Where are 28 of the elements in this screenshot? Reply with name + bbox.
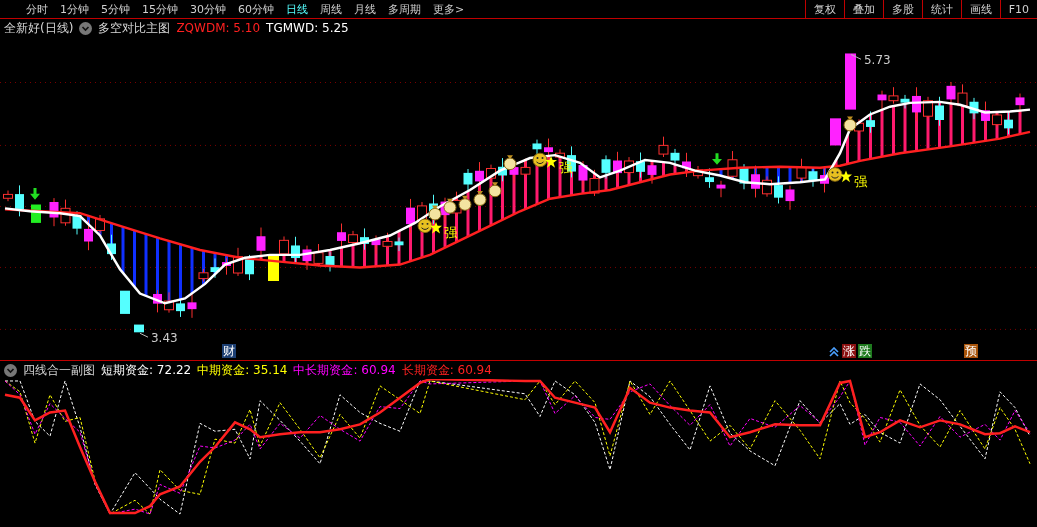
period-tab[interactable]: 60分钟	[238, 1, 274, 17]
period-tab[interactable]: 月线	[354, 1, 376, 17]
indicator-name: 四线合一副图	[23, 361, 95, 379]
indicator-value: 中长期资金: 60.94	[293, 361, 396, 379]
period-tab[interactable]: 日线	[286, 1, 308, 17]
period-tab[interactable]: 30分钟	[190, 1, 226, 17]
period-tab[interactable]: 更多>	[433, 1, 465, 17]
signal-label: 强	[559, 159, 573, 175]
event-marker[interactable]: 财	[222, 344, 236, 358]
period-tab[interactable]: 分时	[26, 1, 48, 17]
indicator-name: 多空对比主图	[98, 19, 171, 37]
period-tab[interactable]: 5分钟	[101, 1, 130, 17]
indicator-value: 短期资金: 72.22	[101, 361, 192, 379]
period-tab[interactable]: 1分钟	[60, 1, 89, 17]
event-marker[interactable]: 预	[964, 344, 978, 358]
indicator-value: 中期资金: 35.14	[197, 361, 288, 379]
period-tab[interactable]: 多周期	[388, 1, 421, 17]
indicator-value: 长期资金: 60.94	[401, 361, 492, 379]
low-price-label: 3.43	[151, 331, 178, 342]
indicator-value: TGMWD: 5.25	[266, 21, 349, 35]
signal-label: 强	[854, 174, 868, 190]
event-marker[interactable]: 跌	[858, 344, 872, 358]
indicator-value: ZQWDM: 5.10	[176, 21, 261, 35]
high-price-label: 5.73	[864, 53, 891, 68]
period-tab[interactable]: 周线	[320, 1, 342, 17]
period-tab[interactable]: 15分钟	[142, 1, 178, 17]
stock-title: 全新好(日线)	[4, 19, 74, 37]
event-marker[interactable]: 涨	[842, 344, 856, 358]
